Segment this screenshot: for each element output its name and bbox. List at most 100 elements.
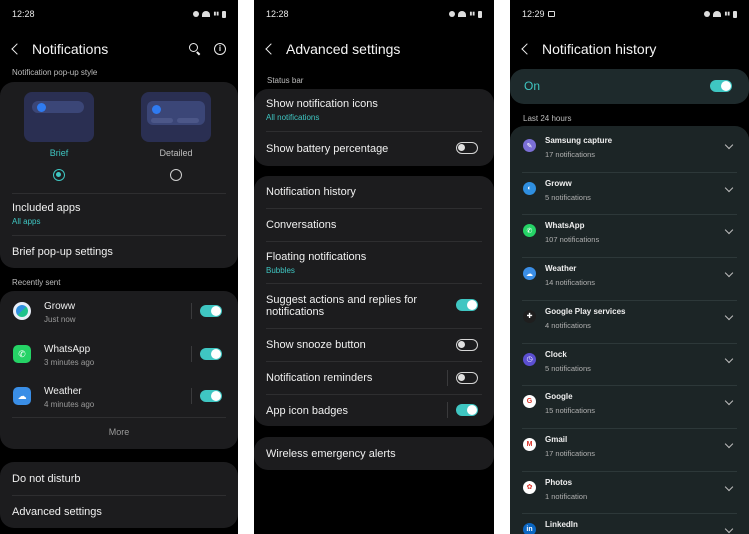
wifi-icon xyxy=(713,11,722,17)
history-app-count: 1 notification xyxy=(545,491,588,501)
brief-option-label: Brief xyxy=(49,148,69,158)
back-icon[interactable] xyxy=(520,42,532,56)
back-icon[interactable] xyxy=(10,42,22,56)
weather-toggle[interactable] xyxy=(200,390,222,402)
badges-toggle[interactable] xyxy=(456,404,478,416)
status-icons: ▮▮ xyxy=(704,10,737,18)
history-app-icon: ✆ xyxy=(523,224,536,238)
status-time: 12:28 xyxy=(266,9,289,19)
status-bar: 12:28 ▮▮ xyxy=(254,0,494,28)
app-name-weather: Weather xyxy=(44,386,82,397)
reminders-toggle[interactable] xyxy=(456,372,478,384)
status-time: 12:29 xyxy=(522,9,545,19)
history-app-icon: ✿ xyxy=(523,480,536,494)
do-not-disturb-row[interactable]: Do not disturb xyxy=(0,462,238,495)
chevron-down-icon[interactable] xyxy=(724,439,734,449)
advanced-settings-row[interactable]: Advanced settings xyxy=(0,496,238,528)
popup-style-card: Brief Detailed Included apps All apps Br… xyxy=(0,82,238,268)
chevron-down-icon[interactable] xyxy=(724,396,734,406)
recently-sent-card: Groww Just now ✆ WhatsApp 3 minutes ago … xyxy=(0,291,238,449)
history-app-count: 17 notifications xyxy=(545,150,596,159)
history-app-count: 17 notifications xyxy=(545,448,596,458)
groww-icon xyxy=(13,302,31,320)
alarm-icon xyxy=(449,11,456,17)
whatsapp-icon: ✆ xyxy=(13,345,31,363)
wireless-emergency-alerts-row[interactable]: Wireless emergency alerts xyxy=(254,437,494,470)
signal-icon: ▮▮ xyxy=(724,10,730,17)
history-app-icon: ✎ xyxy=(523,139,536,152)
history-app-name: Photos xyxy=(545,477,573,487)
app-time-groww: Just now xyxy=(44,315,76,324)
history-app-icon: in xyxy=(523,523,536,534)
bottom-card: Do not disturb Advanced settings xyxy=(0,462,238,528)
history-app-name: Weather xyxy=(545,264,577,274)
history-app-count: 5 notifications xyxy=(545,363,591,373)
history-app-icon: ☁ xyxy=(523,267,536,281)
search-icon[interactable] xyxy=(189,43,201,55)
status-icons: ▮▮ xyxy=(449,10,482,18)
conversations-row[interactable]: Conversations xyxy=(254,209,494,241)
page-title: Notification history xyxy=(542,41,657,57)
included-apps-row[interactable]: Included apps All apps xyxy=(0,194,238,234)
chevron-down-icon[interactable] xyxy=(724,482,734,491)
detailed-option-label: Detailed xyxy=(159,148,193,158)
more-button[interactable]: More xyxy=(0,427,238,437)
snooze-toggle[interactable] xyxy=(456,339,478,351)
history-app-count: 107 notifications xyxy=(545,235,600,245)
signal-icon: ▮▮ xyxy=(213,10,219,17)
chevron-down-icon[interactable] xyxy=(724,183,734,192)
brief-settings-row[interactable]: Brief pop-up settings xyxy=(0,236,238,268)
show-notification-icons-row[interactable]: Show notification icons All notification… xyxy=(254,89,494,131)
history-app-icon: ◐ xyxy=(523,181,536,195)
floating-notifications-row[interactable]: Floating notifications Bubbles xyxy=(254,242,494,283)
history-app-icon: G xyxy=(523,395,536,409)
history-app-name: Google Play services xyxy=(545,306,626,316)
suggest-actions-toggle[interactable] xyxy=(456,299,478,311)
chevron-down-icon[interactable] xyxy=(724,354,734,363)
weather-icon: ☁ xyxy=(13,387,31,405)
alarm-icon xyxy=(193,11,200,17)
history-app-icon: M xyxy=(523,437,536,451)
chevron-down-icon[interactable] xyxy=(724,311,734,321)
notification-history-row[interactable]: Notification history xyxy=(254,176,494,208)
detailed-radio[interactable] xyxy=(170,169,182,181)
page-title: Advanced settings xyxy=(286,41,401,57)
status-bar-label: Status bar xyxy=(267,76,304,85)
detailed-preview[interactable] xyxy=(141,92,211,142)
back-icon[interactable] xyxy=(264,42,276,56)
chevron-down-icon[interactable] xyxy=(724,140,734,150)
history-app-icon: ◷ xyxy=(523,352,536,366)
brief-preview[interactable] xyxy=(24,92,94,142)
history-app-name: Samsung capture xyxy=(545,136,613,145)
gallery-icon xyxy=(547,11,555,17)
app-time-whatsapp: 3 minutes ago xyxy=(44,358,95,367)
battery-icon xyxy=(733,10,737,18)
history-toggle[interactable] xyxy=(710,80,732,92)
history-app-name: Gmail xyxy=(545,434,568,444)
history-app-name: Google xyxy=(545,392,573,402)
wifi-icon xyxy=(202,11,211,17)
history-app-name: LinkedIn xyxy=(545,520,578,530)
status-bar: 12:28 ▮▮ xyxy=(0,0,238,28)
battery-percentage-toggle[interactable] xyxy=(456,142,478,154)
notification-options-card: Notification history Conversations Float… xyxy=(254,176,494,426)
history-list: ✎ Samsung capture 17 notifications ◐ Groww 5 … xyxy=(510,126,749,534)
wifi-icon xyxy=(458,11,467,17)
history-app-count: 14 notifications xyxy=(545,278,596,288)
status-icons: ▮▮ xyxy=(193,10,226,18)
advanced-settings-screen: 12:28 ▮▮ Advanced settings Status bar Sh… xyxy=(254,0,494,534)
brief-radio[interactable] xyxy=(53,169,65,181)
history-master-switch[interactable]: On xyxy=(510,69,749,104)
status-bar: 12:29 ▮▮ xyxy=(510,0,749,28)
whatsapp-toggle[interactable] xyxy=(200,348,222,360)
chevron-down-icon[interactable] xyxy=(724,525,734,534)
history-app-name: Groww xyxy=(545,178,572,188)
groww-toggle[interactable] xyxy=(200,305,222,317)
chevron-down-icon[interactable] xyxy=(724,268,734,278)
app-name-groww: Groww xyxy=(44,301,76,312)
app-time-weather: 4 minutes ago xyxy=(44,400,95,409)
chevron-down-icon[interactable] xyxy=(724,226,734,235)
info-icon[interactable]: i xyxy=(214,43,226,55)
notifications-screen: 12:28 ▮▮ Notifications i Notification po… xyxy=(0,0,238,534)
recently-sent-label: Recently sent xyxy=(12,278,61,287)
